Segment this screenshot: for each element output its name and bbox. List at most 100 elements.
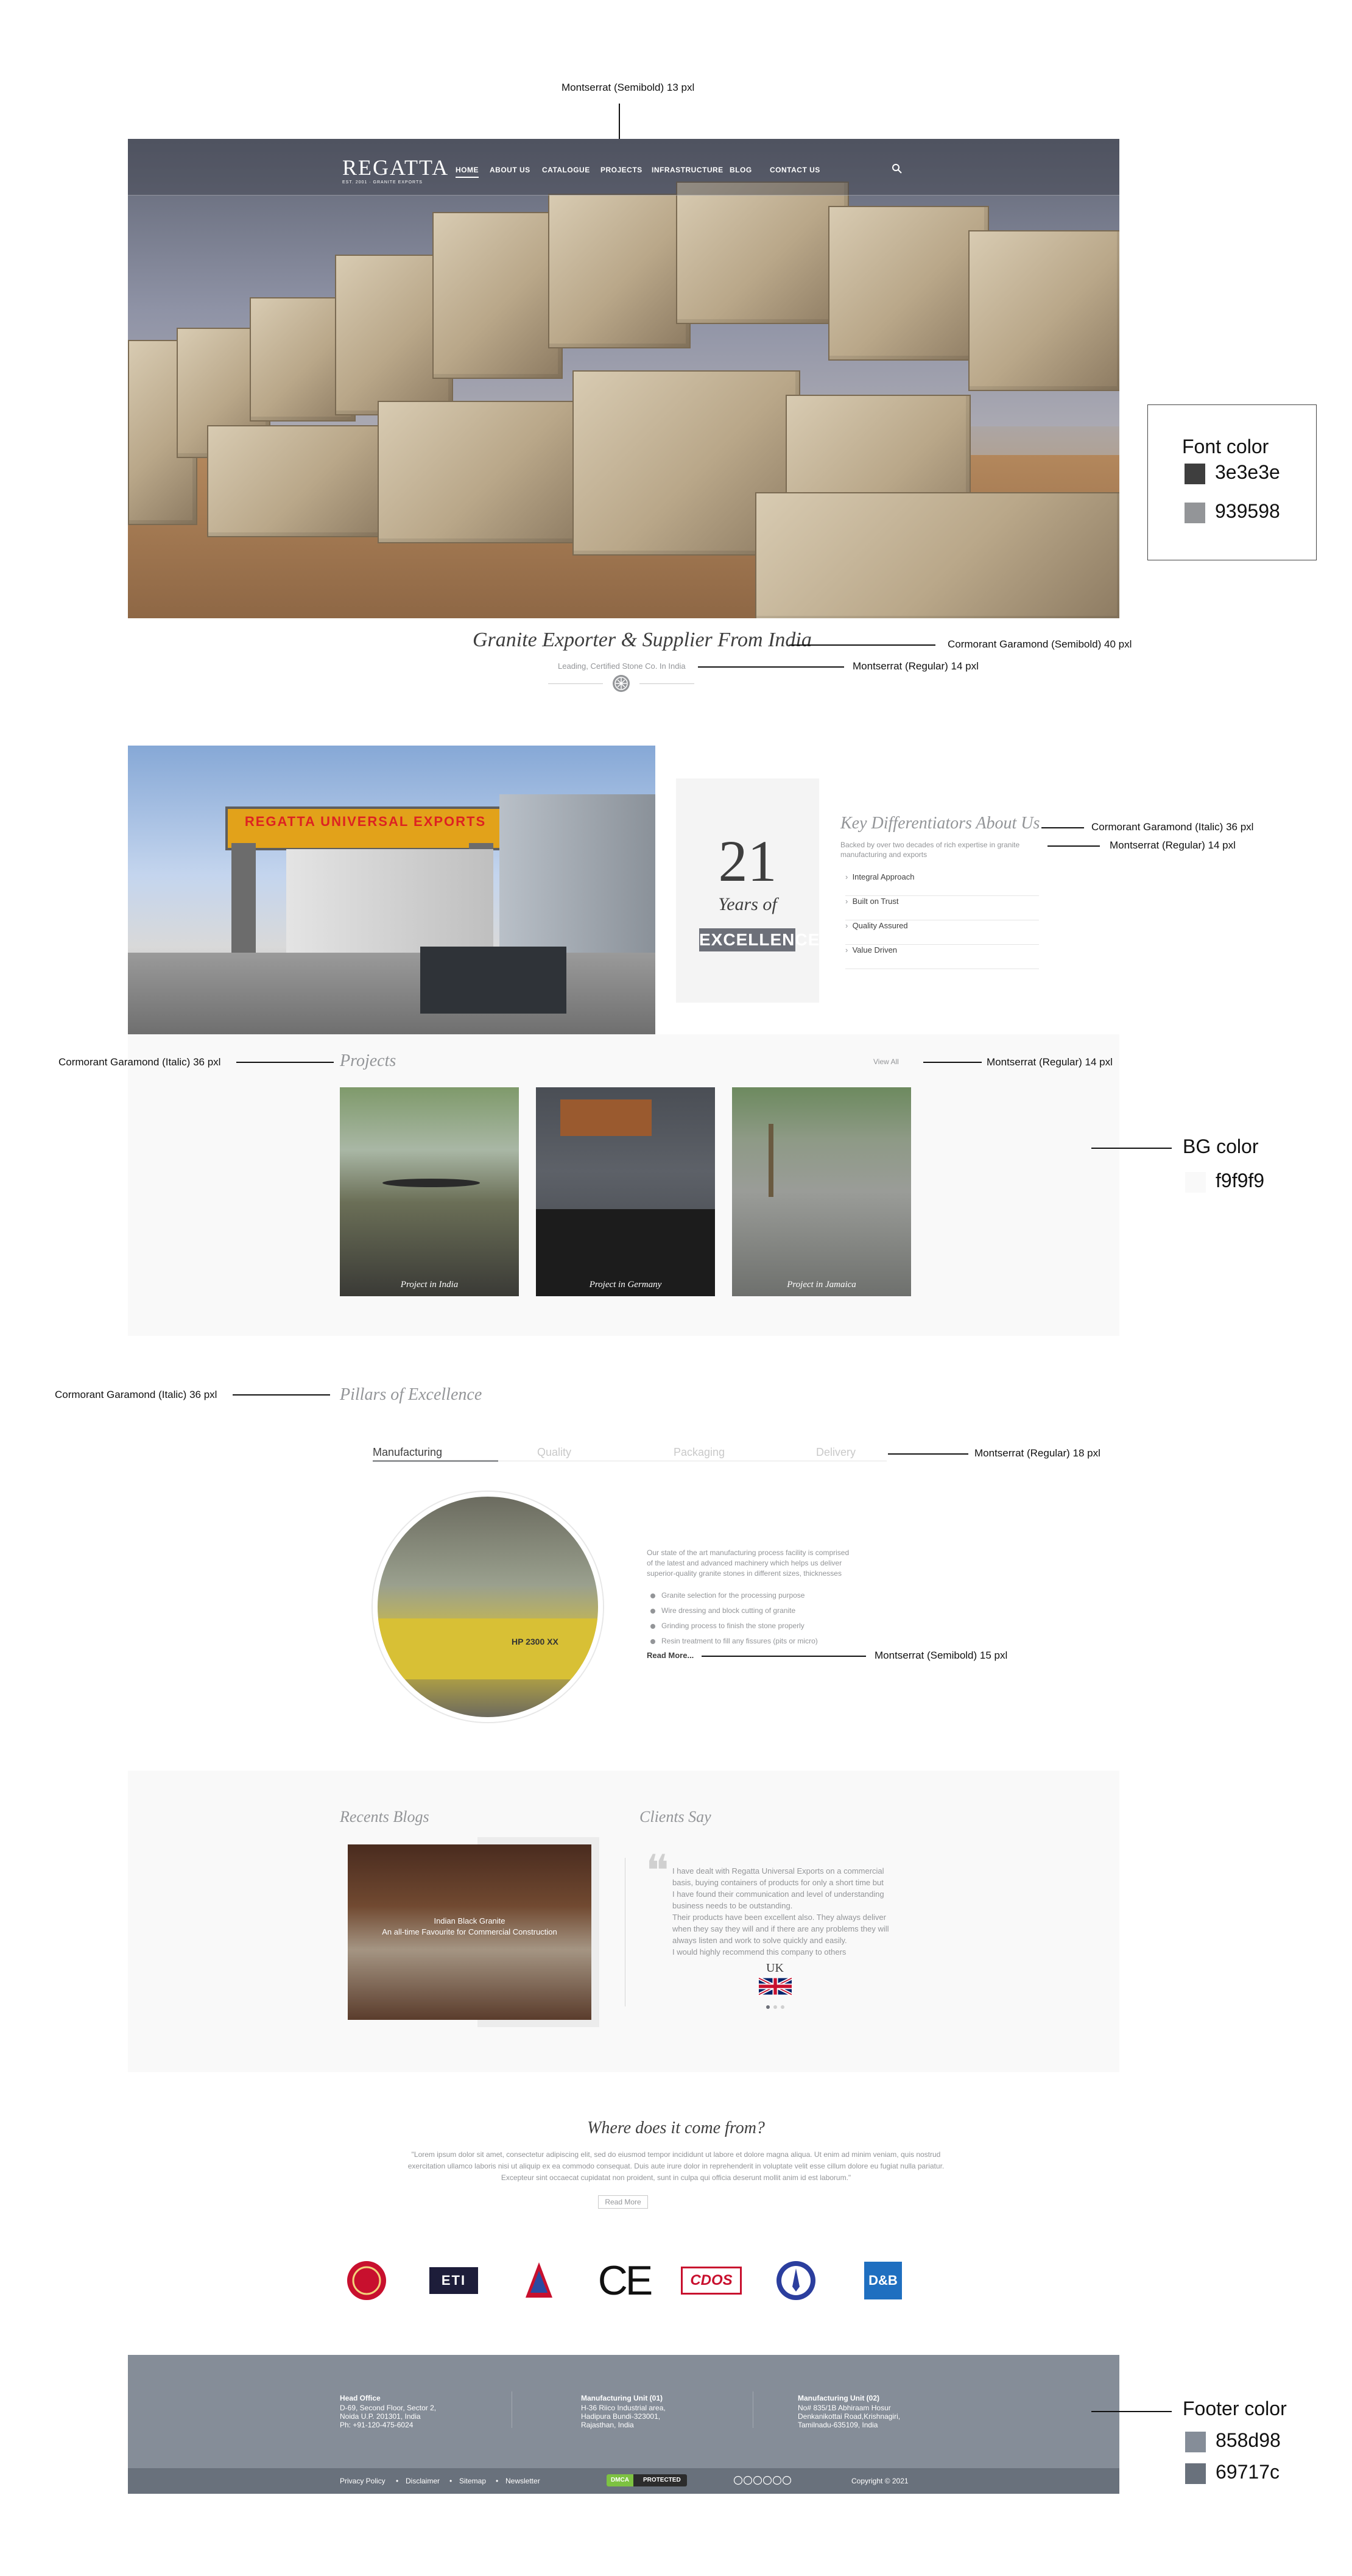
where-text-line: exercitation ullamco laboris nisi ut ali…	[407, 2162, 945, 2170]
granite-block	[207, 425, 392, 537]
dmca-protected-label: PROTECTED	[643, 2477, 681, 2483]
excellence-badge: EXCELLENCE	[699, 928, 819, 951]
annotation-line	[1047, 845, 1100, 847]
tab-quality[interactable]: Quality	[537, 1446, 571, 1459]
testimonial-line: when they say they will and if there are…	[672, 1924, 889, 1933]
nav-blog[interactable]: BLOG	[730, 166, 752, 174]
cert-cdos-logo: CDOS	[681, 2261, 742, 2300]
triangle-badge-icon	[526, 2262, 552, 2298]
hero-subtitle: Leading, Certified Stone Co. In India	[558, 662, 686, 671]
nav-projects[interactable]: PROJECTS	[600, 166, 643, 174]
project-caption: Project in India	[400, 1280, 459, 1290]
cert-eti-logo: ETI	[429, 2261, 479, 2300]
testimonial-line: basis, buying containers of products for…	[672, 1878, 884, 1887]
dmca-label: DMCA	[607, 2474, 633, 2486]
read-more-link[interactable]: Read More...	[647, 1651, 694, 1660]
table-shape	[382, 1179, 480, 1187]
testimonial-line: I have found their communication and lev…	[672, 1890, 884, 1899]
palm-trunk	[769, 1124, 773, 1197]
cert-triangle-logo	[524, 2261, 554, 2300]
annotation-line	[923, 1062, 982, 1063]
client-country: UK	[766, 1961, 784, 1975]
footer-address-line: Hadipura Bundi-323001,	[581, 2412, 661, 2421]
granite-block	[828, 206, 989, 361]
search-icon[interactable]	[892, 163, 903, 174]
color-code: 69717c	[1216, 2461, 1280, 2483]
project-card[interactable]: Project in India	[340, 1087, 519, 1296]
machine-label: HP 2300 XX	[512, 1637, 558, 1646]
color-code: f9f9f9	[1216, 1170, 1265, 1191]
dmca-badge[interactable]: DMCA PROTECTED	[607, 2474, 687, 2486]
flower-ornament-icon	[613, 675, 630, 692]
cert-ce-logo: CE	[597, 2257, 653, 2304]
differentiator-item: › Quality Assured	[845, 921, 1039, 945]
years-of-label: Years of	[718, 894, 777, 914]
tab-delivery[interactable]: Delivery	[816, 1446, 856, 1459]
where-read-more-button[interactable]: Read More	[598, 2195, 648, 2209]
where-text-line: "Lorem ipsum dolor sit amet, consectetur…	[411, 2150, 941, 2159]
bullet-text: Grinding process to finish the stone pro…	[661, 1621, 805, 1630]
where-text-line: Excepteur sint occaecat cupidatat non pr…	[501, 2173, 851, 2182]
testimonial-line: I would highly recommend this company to…	[672, 1947, 847, 1957]
project-caption: Project in Jamaica	[787, 1280, 856, 1290]
machine-body	[378, 1618, 598, 1679]
differentiators-title: Key Differentiators About Us	[840, 814, 1040, 833]
blog-card[interactable]: Indian Black Granite An all-time Favouri…	[348, 1844, 591, 2020]
footer-unit1-title: Manufacturing Unit (01)	[581, 2394, 663, 2402]
active-tab-indicator	[373, 1460, 498, 1462]
color-swatch	[1185, 503, 1205, 523]
project-card[interactable]: Project in Germany	[536, 1087, 715, 1296]
blogs-testimonial-section	[128, 1771, 1119, 2072]
nav-infrastructure[interactable]: INFRASTRUCTURE	[652, 166, 724, 174]
blog-post-subtitle: An all-time Favourite for Commercial Con…	[382, 1927, 557, 1936]
bullet-text: Resin treatment to fill any fissures (pi…	[661, 1637, 818, 1645]
granite-block	[548, 194, 691, 348]
project-card[interactable]: Project in Jamaica	[732, 1087, 911, 1296]
granite-slab	[420, 947, 566, 1014]
bullet-text: Granite selection for the processing pur…	[661, 1591, 805, 1600]
footer-link-separator: •	[496, 2477, 499, 2485]
footer-link-privacy[interactable]: Privacy Policy	[340, 2477, 386, 2485]
carousel-dot-active[interactable]	[766, 2005, 770, 2009]
annotation-tabs-font: Montserrat (Regular) 18 pxl	[974, 1447, 1100, 1459]
carousel-dot[interactable]	[773, 2005, 777, 2009]
testimonial-line: business needs to be outstanding.	[672, 1901, 793, 1910]
years-badge: 21 Years of EXCELLENCE	[676, 778, 819, 1003]
footer-address-line: No# 835/1B Abhiraam Hosur	[798, 2404, 891, 2412]
pillar-para-line3: superior-quality granite stones in diffe…	[647, 1569, 842, 1578]
social-icons	[733, 2475, 792, 2485]
nav-home[interactable]: HOME	[456, 166, 479, 178]
projects-title: Projects	[340, 1051, 396, 1070]
footer-head-office-title: Head Office	[340, 2394, 381, 2402]
stone-yard	[128, 953, 655, 1034]
footer-link-newsletter[interactable]: Newsletter	[505, 2477, 540, 2485]
annotation-line	[236, 1062, 334, 1063]
differentiator-item: › Value Driven	[845, 945, 1039, 969]
tab-manufacturing[interactable]: Manufacturing	[373, 1446, 442, 1459]
tab-packaging[interactable]: Packaging	[674, 1446, 725, 1459]
carousel-dot[interactable]	[781, 2005, 784, 2009]
legend-title: Font color	[1182, 436, 1269, 457]
footer-address-line: Rajasthan, India	[581, 2421, 634, 2429]
granite-block	[378, 401, 587, 543]
bg-color-label: BG color	[1183, 1135, 1259, 1157]
logo-tagline: EST. 2001 · GRANITE EXPORTS	[342, 180, 423, 185]
testimonial-line: always listen and work to solve quickly …	[672, 1936, 847, 1945]
footer-phone[interactable]: Ph: +91-120-475-6024	[340, 2421, 413, 2429]
site-logo[interactable]: REGATTA	[342, 155, 449, 180]
top-navbar: REGATTA EST. 2001 · GRANITE EXPORTS HOME…	[128, 139, 1119, 196]
view-all-link[interactable]: View All	[873, 1057, 899, 1066]
nav-about-us[interactable]: ABOUT US	[490, 166, 530, 174]
footer-address-line: H-36 Riico Industrial area,	[581, 2404, 666, 2412]
nav-catalogue[interactable]: CATALOGUE	[542, 166, 590, 174]
annotation-diff-sub-font: Montserrat (Regular) 14 pxl	[1110, 839, 1236, 851]
seal-icon	[347, 2261, 386, 2300]
divider	[548, 683, 603, 684]
factory-sign: REGATTA UNIVERSAL EXPORTS	[244, 814, 487, 829]
nav-contact-us[interactable]: CONTACT US	[770, 166, 820, 174]
footer-link-disclaimer[interactable]: Disclaimer	[406, 2477, 440, 2485]
footer-link-sitemap[interactable]: Sitemap	[459, 2477, 486, 2485]
dnb-text: D&B	[864, 2262, 902, 2299]
annotation-hero-sub-font: Montserrat (Regular) 14 pxl	[853, 660, 979, 672]
bullet-dot	[650, 1608, 655, 1614]
